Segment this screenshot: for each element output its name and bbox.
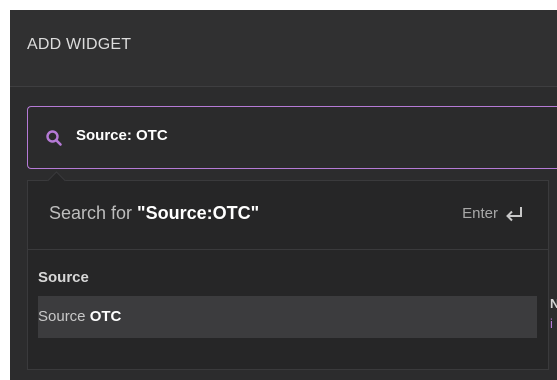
search-input[interactable] — [76, 127, 546, 144]
search-for-option[interactable]: Search for "Source:OTC" Enter — [28, 181, 548, 250]
clipped-text-fragment: N — [550, 296, 557, 311]
search-box[interactable] — [27, 106, 557, 169]
suggestion-item-prefix: Source — [38, 308, 90, 325]
suggestion-item-label: Source OTC — [38, 308, 121, 325]
enter-return-icon — [506, 207, 522, 222]
search-for-label: Search for "Source:OTC" — [49, 203, 259, 224]
search-for-query: "Source:OTC" — [137, 203, 260, 223]
panel-header: ADD WIDGET — [10, 10, 557, 87]
add-widget-panel: ADD WIDGET Search for "Source:OTC" Enter… — [10, 10, 557, 380]
enter-hint: Enter — [462, 205, 498, 222]
search-for-prefix: Search for — [49, 203, 138, 223]
clipped-link-fragment: i — [550, 316, 553, 331]
panel-title: ADD WIDGET — [27, 36, 132, 53]
search-icon — [46, 130, 62, 146]
suggestion-group-label: Source — [38, 269, 89, 286]
search-suggestions-dropdown: Search for "Source:OTC" Enter Source Sou… — [27, 171, 549, 370]
suggestion-item-match: OTC — [89, 308, 122, 325]
suggestion-item-source-otc[interactable]: Source OTC — [38, 296, 537, 338]
